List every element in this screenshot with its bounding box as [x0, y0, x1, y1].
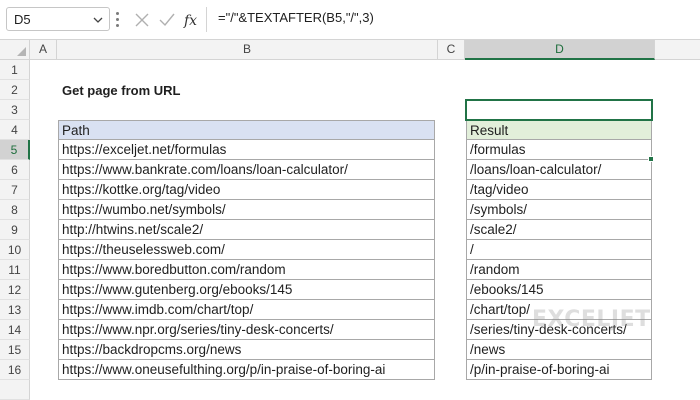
row-header-2[interactable]: 2 [0, 80, 30, 100]
exceljet-logo: EXCELJET [532, 307, 682, 332]
row-header-7[interactable]: 7 [0, 180, 30, 200]
path-cell[interactable]: https://www.npr.org/series/tiny-desk-con… [58, 320, 435, 340]
row-header-11[interactable]: 11 [0, 260, 30, 280]
row-header-15[interactable]: 15 [0, 340, 30, 360]
insert-function-icon[interactable]: fx [182, 10, 202, 30]
path-table: Path https://exceljet.net/formulas https… [58, 120, 435, 380]
cancel-icon[interactable] [132, 10, 152, 30]
result-cell[interactable]: /loans/loan-calculator/ [466, 160, 652, 180]
row-header-1[interactable]: 1 [0, 60, 30, 80]
result-cell[interactable]: /ebooks/145 [466, 280, 652, 300]
exceljet-logo-text: EXCELJET [532, 307, 651, 332]
row-header-17 [0, 380, 30, 400]
result-table: Result /formulas /loans/loan-calculator/… [466, 120, 652, 380]
row-header-5[interactable]: 5 [0, 140, 30, 160]
path-cell[interactable]: https://www.boredbutton.com/random [58, 260, 435, 280]
result-cell[interactable]: / [466, 240, 652, 260]
path-cell[interactable]: https://www.oneusefulthing.org/p/in-prai… [58, 360, 435, 380]
column-header-a[interactable]: A [30, 40, 57, 60]
fill-handle[interactable] [648, 156, 654, 162]
path-cell[interactable]: https://backdropcms.org/news [58, 340, 435, 360]
path-cell[interactable]: https://www.imdb.com/chart/top/ [58, 300, 435, 320]
path-cell[interactable]: https://www.gutenberg.org/ebooks/145 [58, 280, 435, 300]
formula-bar-grip-icon[interactable] [116, 10, 120, 30]
row-header-13[interactable]: 13 [0, 300, 30, 320]
result-cell[interactable]: /news [466, 340, 652, 360]
row-header-4[interactable]: 4 [0, 120, 30, 140]
row-header-3[interactable]: 3 [0, 100, 30, 120]
row-header-14[interactable]: 14 [0, 320, 30, 340]
column-header-c[interactable]: C [438, 40, 465, 60]
result-cell[interactable]: /p/in-praise-of-boring-ai [466, 360, 652, 380]
name-box[interactable]: D5 [6, 7, 110, 31]
column-header-empty [655, 40, 700, 60]
active-cell-border [465, 99, 653, 121]
sheet-title: Get page from URL [62, 83, 181, 98]
row-header-16[interactable]: 16 [0, 360, 30, 380]
path-cell[interactable]: https://wumbo.net/symbols/ [58, 200, 435, 220]
worksheet-grid[interactable]: A B C D 1 2 3 4 5 6 7 8 9 10 11 12 13 14… [0, 40, 700, 400]
row-header-12[interactable]: 12 [0, 280, 30, 300]
row-header-10[interactable]: 10 [0, 240, 30, 260]
name-box-value: D5 [14, 12, 31, 27]
row-header-9[interactable]: 9 [0, 220, 30, 240]
path-cell[interactable]: https://theuselessweb.com/ [58, 240, 435, 260]
select-all-button[interactable] [0, 40, 30, 60]
result-cell[interactable]: /formulas [466, 140, 652, 160]
row-header-8[interactable]: 8 [0, 200, 30, 220]
svg-text:fx: fx [183, 13, 197, 29]
path-cell[interactable]: http://htwins.net/scale2/ [58, 220, 435, 240]
path-header[interactable]: Path [58, 120, 435, 140]
result-cell[interactable]: /scale2/ [466, 220, 652, 240]
chevron-down-icon[interactable] [93, 15, 103, 25]
enter-check-icon[interactable] [157, 10, 177, 30]
result-cell[interactable]: /tag/video [466, 180, 652, 200]
path-cell[interactable]: https://exceljet.net/formulas [58, 140, 435, 160]
formula-bar-divider [206, 7, 207, 32]
path-cell[interactable]: https://kottke.org/tag/video [58, 180, 435, 200]
row-header-6[interactable]: 6 [0, 160, 30, 180]
column-header-d[interactable]: D [465, 40, 655, 60]
result-header[interactable]: Result [466, 120, 652, 140]
formula-input[interactable]: ="/"&TEXTAFTER(B5,"/",3) [218, 10, 374, 25]
path-cell[interactable]: https://www.bankrate.com/loans/loan-calc… [58, 160, 435, 180]
result-cell[interactable]: /random [466, 260, 652, 280]
result-cell[interactable]: /symbols/ [466, 200, 652, 220]
column-header-b[interactable]: B [57, 40, 438, 60]
formula-bar: D5 fx ="/"&TEXTAFTER(B5,"/",3) [0, 0, 700, 40]
